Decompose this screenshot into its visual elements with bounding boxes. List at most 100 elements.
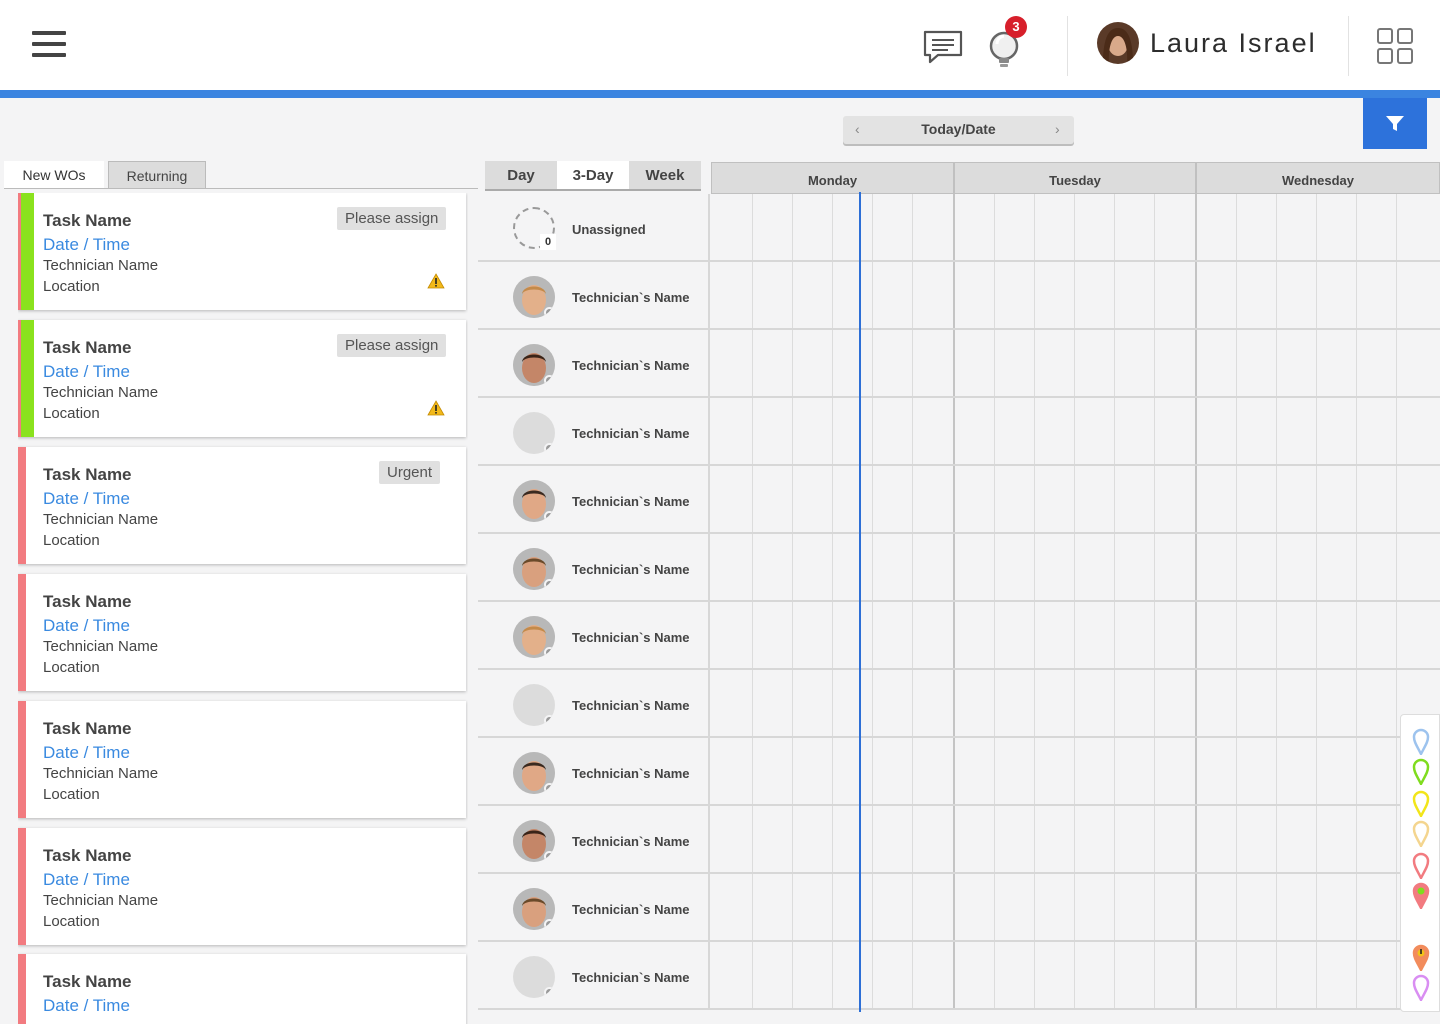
date-time: Date / Time xyxy=(43,870,130,889)
time-slot-divider xyxy=(752,398,753,464)
status-bar xyxy=(18,574,26,691)
work-order-card[interactable]: Task Name Date / Time xyxy=(18,954,466,1024)
pin-icon[interactable] xyxy=(1411,727,1431,755)
pin-icon[interactable] xyxy=(1411,789,1431,817)
time-slot-divider xyxy=(1356,738,1357,804)
time-slots[interactable] xyxy=(712,466,1440,532)
pin-icon[interactable] xyxy=(1411,973,1431,1001)
apps-grid-icon[interactable] xyxy=(1377,28,1413,64)
time-slot-divider xyxy=(1236,670,1237,736)
time-slots[interactable] xyxy=(712,670,1440,736)
pin-icon[interactable] xyxy=(1411,851,1431,879)
technician-cell[interactable]: Technician`s Name xyxy=(478,670,710,736)
time-slot-divider xyxy=(752,602,753,668)
time-slot-divider xyxy=(1114,398,1115,464)
time-slot-divider xyxy=(872,670,873,736)
location: Location xyxy=(43,278,100,295)
day-divider xyxy=(953,330,955,396)
technician-cell[interactable]: Technician`s Name xyxy=(478,330,710,396)
pin-warning-icon[interactable] xyxy=(1411,943,1431,971)
time-slots[interactable] xyxy=(712,398,1440,464)
time-slot-divider xyxy=(1276,398,1277,464)
time-slot-divider xyxy=(1236,738,1237,804)
technician-cell[interactable]: Technician`s Name xyxy=(478,466,710,532)
please-assign-badge[interactable]: Please assign xyxy=(337,334,447,357)
technician-cell[interactable]: Technician`s Name xyxy=(478,806,710,872)
work-order-list[interactable]: Task Name Date / Time Technician Name Lo… xyxy=(18,193,468,1024)
day-divider xyxy=(953,398,955,464)
time-slot-divider xyxy=(1114,602,1115,668)
time-slots[interactable] xyxy=(712,874,1440,940)
technician-cell[interactable]: Technician`s Name xyxy=(478,534,710,600)
time-slots[interactable] xyxy=(712,330,1440,396)
time-slot-divider xyxy=(994,738,995,804)
location: Location xyxy=(43,786,100,803)
tab-new-wos[interactable]: New WOs xyxy=(4,161,104,189)
user-avatar[interactable] xyxy=(1097,22,1139,64)
scheduler: Monday Tuesday Wednesday 0 Unassigned Te… xyxy=(478,161,1440,1024)
technician-cell[interactable]: Technician`s Name xyxy=(478,262,710,328)
time-slot-divider xyxy=(1396,262,1397,328)
time-slots[interactable] xyxy=(712,942,1440,1008)
time-slot-divider xyxy=(1316,534,1317,600)
work-order-card[interactable]: Task Name Date / Time Technician Name Lo… xyxy=(18,701,466,818)
time-slot-divider xyxy=(1034,466,1035,532)
hamburger-menu-icon[interactable] xyxy=(32,31,66,59)
status-dot xyxy=(544,511,555,522)
unassigned-cell[interactable]: 0 Unassigned xyxy=(478,194,710,260)
time-slots[interactable] xyxy=(712,806,1440,872)
work-order-card[interactable]: Task Name Date / Time Technician Name Lo… xyxy=(18,320,466,437)
time-slot-divider xyxy=(1034,942,1035,1008)
task-name: Task Name xyxy=(43,972,132,991)
time-slot-divider xyxy=(1114,262,1115,328)
time-slots[interactable] xyxy=(712,534,1440,600)
tab-returning[interactable]: Returning xyxy=(108,161,206,189)
time-slots[interactable] xyxy=(712,738,1440,804)
tab-week[interactable]: Week xyxy=(629,161,701,189)
work-order-card[interactable]: Task Name Date / Time Technician Name Lo… xyxy=(18,574,466,691)
technician-cell[interactable]: Technician`s Name xyxy=(478,874,710,940)
next-date-icon[interactable]: › xyxy=(1055,121,1060,137)
time-slot-divider xyxy=(1276,194,1277,260)
time-slot-divider xyxy=(912,534,913,600)
chat-icon[interactable] xyxy=(922,28,966,66)
work-order-card[interactable]: Task Name Date / Time Technician Name Lo… xyxy=(18,193,466,310)
pin-icon[interactable] xyxy=(1411,757,1431,785)
time-slot-divider xyxy=(792,194,793,260)
time-slot-divider xyxy=(1034,194,1035,260)
date-navigator: ‹ Today/Date › xyxy=(843,116,1074,144)
technician-name: Technician Name xyxy=(43,892,159,909)
map-pin-legend xyxy=(1400,714,1440,1012)
user-name[interactable]: Laura Israel xyxy=(1150,28,1317,59)
tab-3-day[interactable]: 3-Day xyxy=(557,161,629,189)
day-divider xyxy=(953,534,955,600)
pin-icon[interactable] xyxy=(1411,881,1431,909)
time-slot-divider xyxy=(752,874,753,940)
technician-cell[interactable]: Technician`s Name xyxy=(478,398,710,464)
technician-cell[interactable]: Technician`s Name xyxy=(478,942,710,1008)
status-bar xyxy=(18,701,26,818)
day-divider xyxy=(953,738,955,804)
technician-cell[interactable]: Technician`s Name xyxy=(478,602,710,668)
work-order-card[interactable]: Task Name Date / Time Technician Name Lo… xyxy=(18,828,466,945)
time-slot-divider xyxy=(1316,942,1317,1008)
status-dot xyxy=(544,443,555,454)
status-dot xyxy=(544,851,555,862)
day-divider xyxy=(953,194,955,260)
time-slots[interactable] xyxy=(712,194,1440,260)
time-slots[interactable] xyxy=(712,602,1440,668)
technician-cell[interactable]: Technician`s Name xyxy=(478,738,710,804)
date-label[interactable]: Today/Date xyxy=(843,121,1074,137)
time-slots[interactable] xyxy=(712,262,1440,328)
time-slot-divider xyxy=(1034,874,1035,940)
time-slot-divider xyxy=(1074,942,1075,1008)
time-slot-divider xyxy=(1074,262,1075,328)
tab-day[interactable]: Day xyxy=(485,161,557,189)
pin-icon[interactable] xyxy=(1411,819,1431,847)
day-divider xyxy=(1195,262,1197,328)
please-assign-badge[interactable]: Please assign xyxy=(337,207,447,230)
date-time: Date / Time xyxy=(43,489,130,508)
work-order-card[interactable]: Task Name Date / Time Technician Name Lo… xyxy=(18,447,466,564)
filter-button[interactable] xyxy=(1363,98,1427,149)
time-slot-divider xyxy=(1316,466,1317,532)
